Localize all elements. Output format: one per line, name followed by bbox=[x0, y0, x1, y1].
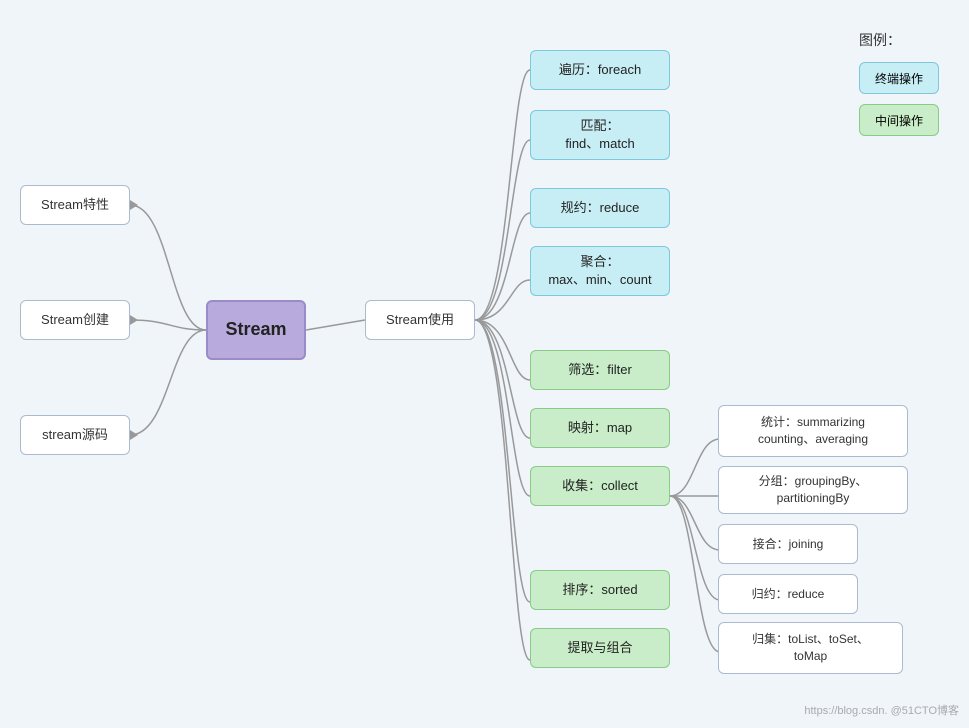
terminal-node-3: 规约：reduce bbox=[530, 188, 670, 228]
c1-label: 统计：summarizing counting、averaging bbox=[758, 414, 868, 448]
intermediate-node-5: 提取与组合 bbox=[530, 628, 670, 668]
i3-label: 收集：collect bbox=[562, 477, 638, 495]
legend-terminal-box: 终端操作 bbox=[859, 62, 939, 94]
collect-sub-5: 归集：toList、toSet、 toMap bbox=[718, 622, 903, 674]
legend-intermediate-label: 中间操作 bbox=[875, 112, 923, 129]
legend-intermediate-box: 中间操作 bbox=[859, 104, 939, 136]
mindmap-canvas: Stream Stream特性 Stream创建 stream源码 Stream… bbox=[0, 0, 969, 728]
intermediate-node-1: 筛选：filter bbox=[530, 350, 670, 390]
legend-title: 图例： bbox=[859, 30, 939, 50]
collect-sub-3: 接合：joining bbox=[718, 524, 858, 564]
connections-svg bbox=[0, 0, 969, 728]
mid-node: Stream使用 bbox=[365, 300, 475, 340]
intermediate-node-3: 收集：collect bbox=[530, 466, 670, 506]
collect-sub-4: 归约：reduce bbox=[718, 574, 858, 614]
left2-label: Stream创建 bbox=[41, 311, 109, 329]
c5-label: 归集：toList、toSet、 toMap bbox=[752, 631, 869, 665]
watermark: https://blog.csdn. @51CTO博客 bbox=[804, 702, 959, 718]
i2-label: 映射：map bbox=[568, 419, 632, 437]
t1-label: 遍历：foreach bbox=[559, 61, 641, 79]
i4-label: 排序：sorted bbox=[562, 581, 637, 599]
terminal-node-4: 聚合： max、min、count bbox=[530, 246, 670, 296]
intermediate-node-2: 映射：map bbox=[530, 408, 670, 448]
terminal-node-2: 匹配： find、match bbox=[530, 110, 670, 160]
legend: 图例： 终端操作 中间操作 bbox=[859, 30, 939, 146]
c2-label: 分组：groupingBy、 partitioningBy bbox=[759, 473, 868, 507]
collect-sub-1: 统计：summarizing counting、averaging bbox=[718, 405, 908, 457]
i5-label: 提取与组合 bbox=[567, 639, 632, 657]
collect-sub-2: 分组：groupingBy、 partitioningBy bbox=[718, 466, 908, 514]
legend-terminal-label: 终端操作 bbox=[875, 70, 923, 87]
left1-label: Stream特性 bbox=[41, 196, 109, 214]
center-node: Stream bbox=[206, 300, 306, 360]
left-node-2: Stream创建 bbox=[20, 300, 130, 340]
intermediate-node-4: 排序：sorted bbox=[530, 570, 670, 610]
c4-label: 归约：reduce bbox=[752, 586, 825, 603]
center-label: Stream bbox=[225, 317, 286, 342]
left3-label: stream源码 bbox=[42, 426, 108, 444]
left-node-1: Stream特性 bbox=[20, 185, 130, 225]
t4-label: 聚合： max、min、count bbox=[548, 253, 651, 289]
terminal-node-1: 遍历：foreach bbox=[530, 50, 670, 90]
i1-label: 筛选：filter bbox=[568, 361, 632, 379]
mid-label: Stream使用 bbox=[386, 311, 454, 329]
t3-label: 规约：reduce bbox=[561, 199, 640, 217]
legend-item-intermediate: 中间操作 bbox=[859, 104, 939, 136]
t2-label: 匹配： find、match bbox=[565, 117, 634, 153]
legend-item-terminal: 终端操作 bbox=[859, 62, 939, 94]
left-node-3: stream源码 bbox=[20, 415, 130, 455]
c3-label: 接合：joining bbox=[753, 536, 824, 553]
